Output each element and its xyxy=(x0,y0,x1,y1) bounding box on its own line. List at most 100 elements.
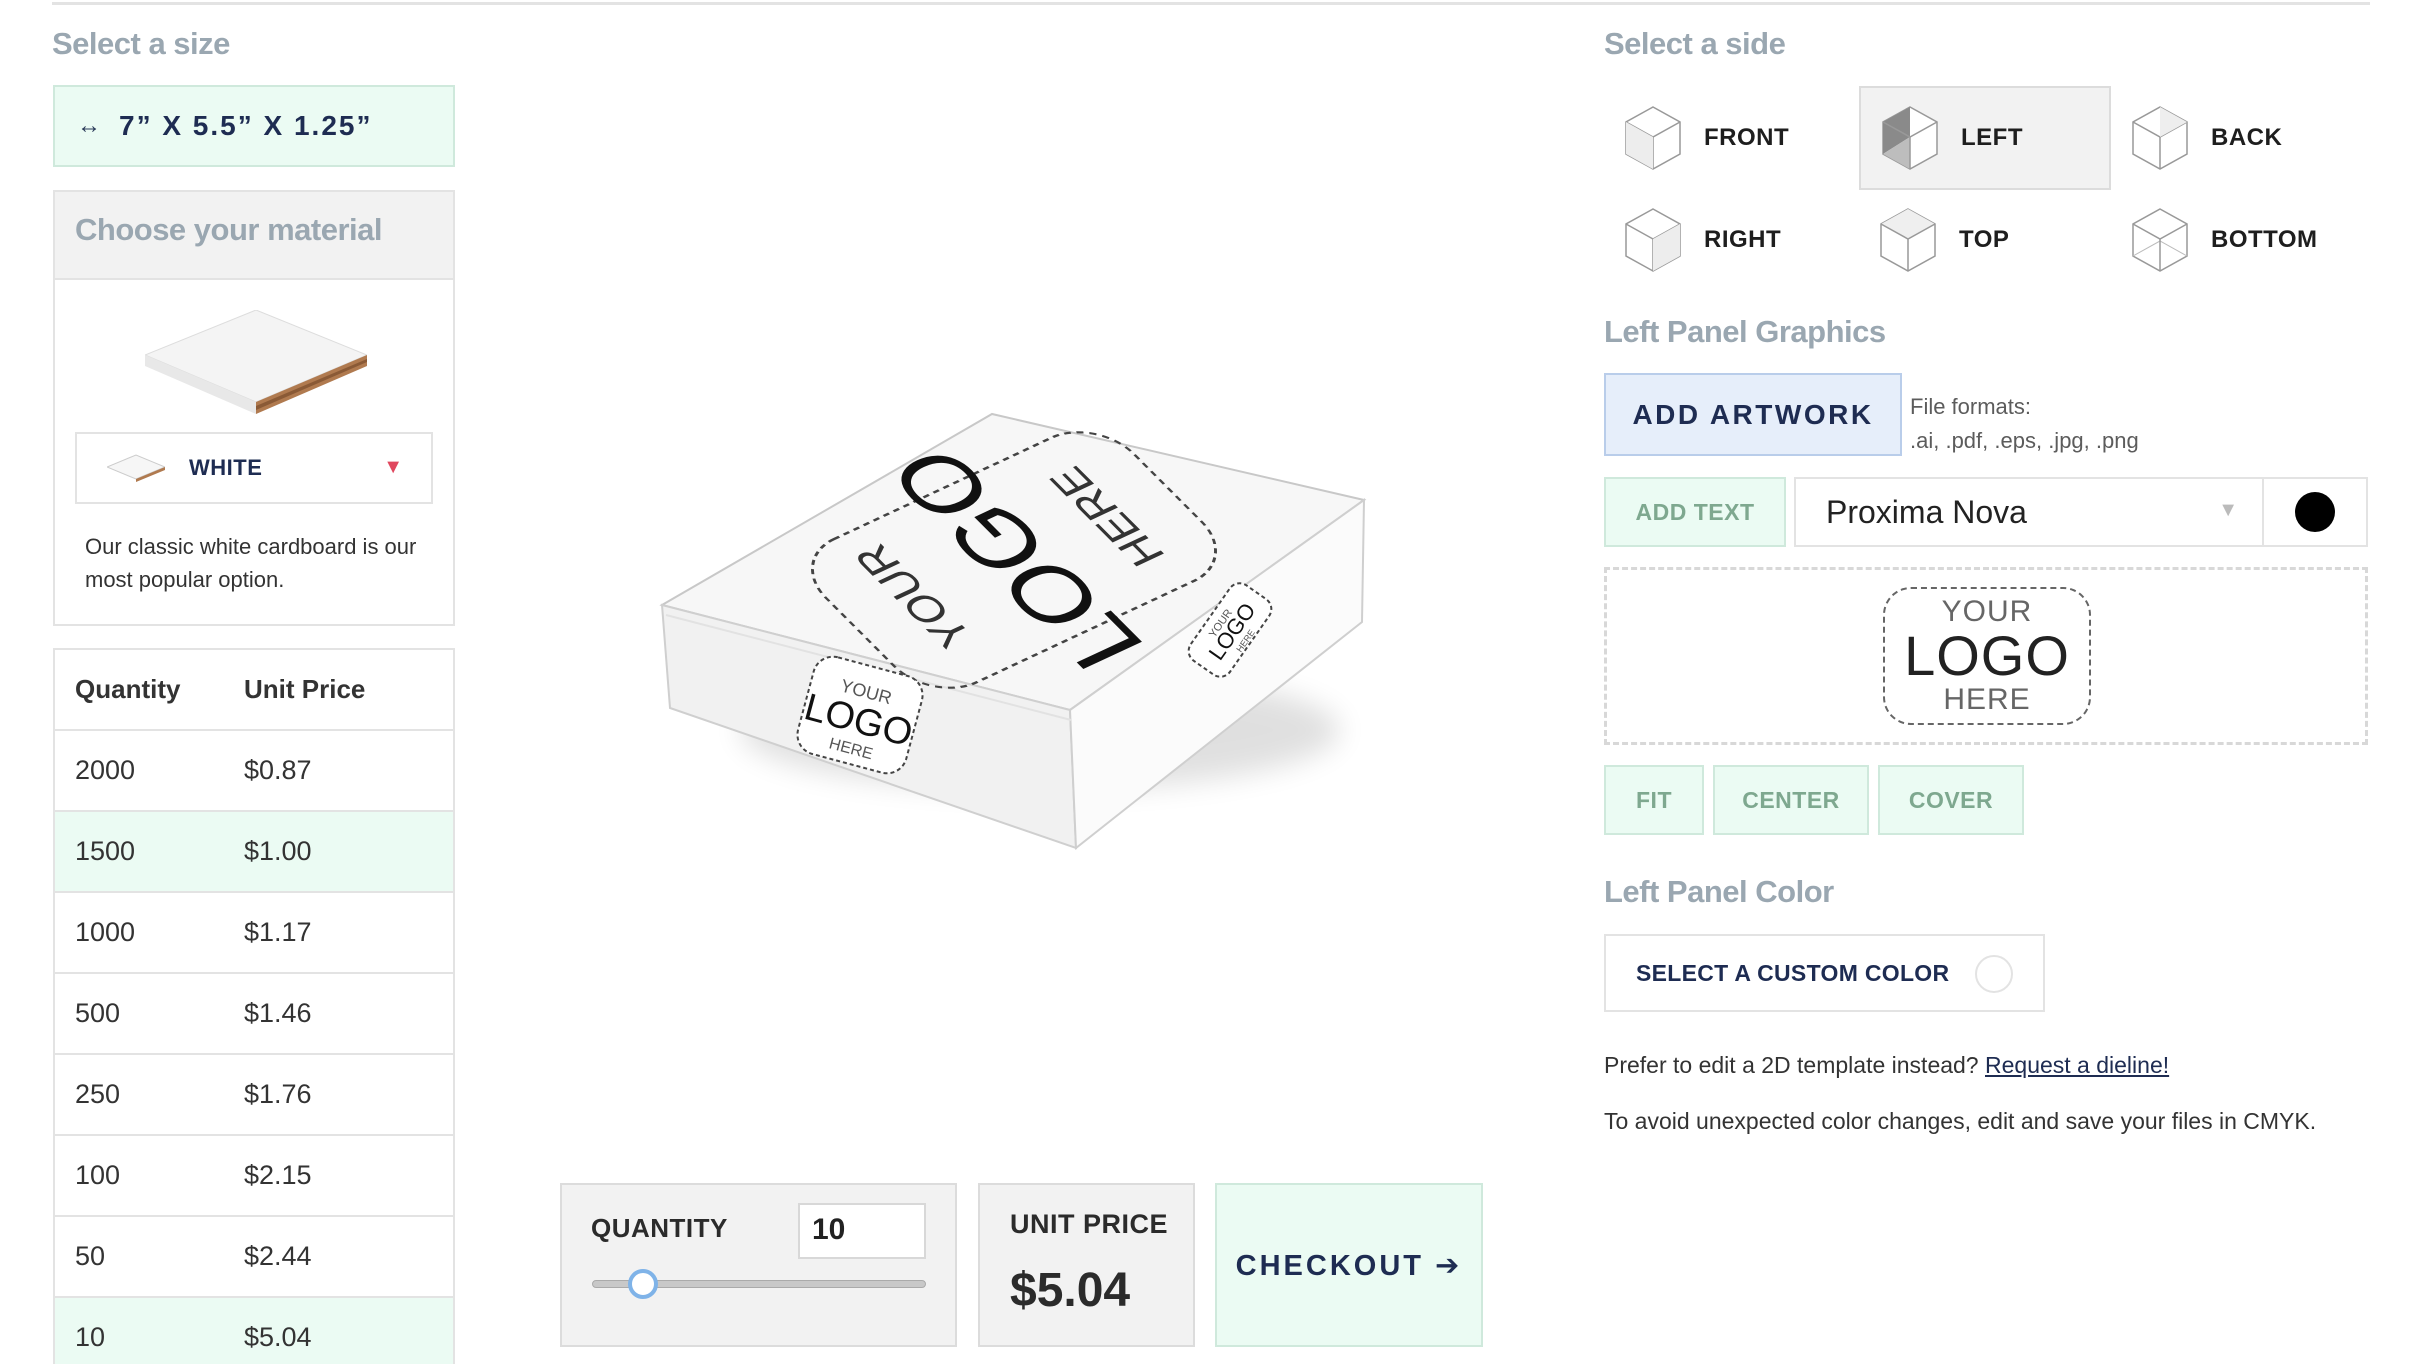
cube-icon xyxy=(2132,106,2188,170)
cube-icon xyxy=(1880,208,1936,272)
checkout-button[interactable]: CHECKOUT ➔ xyxy=(1215,1183,1483,1347)
table-row[interactable]: 250 $1.76 xyxy=(55,1055,453,1136)
row-price: $1.00 xyxy=(244,836,312,866)
color-swatch-empty xyxy=(1975,955,2013,993)
side-top-label: TOP xyxy=(1959,226,2010,253)
custom-color-button[interactable]: SELECT A CUSTOM COLOR xyxy=(1604,934,2045,1012)
material-selected-label: WHITE xyxy=(189,455,263,480)
row-price: $0.87 xyxy=(244,755,312,785)
row-quantity: 1500 xyxy=(75,836,136,866)
cover-button[interactable]: COVER xyxy=(1878,765,2024,835)
add-text-label: ADD TEXT xyxy=(1635,498,1755,525)
table-row[interactable]: 50 $2.44 xyxy=(55,1217,453,1298)
material-description: Our classic white cardboard is our most … xyxy=(85,534,417,592)
side-left-button[interactable]: LEFT xyxy=(1859,86,2111,190)
material-panel: Choose your material WHITE ▼ Our classic… xyxy=(53,190,455,626)
price-table: Quantity Unit Price 2000 $0.87 1500 $1.0… xyxy=(53,648,455,1364)
checkout-label: CHECKOUT ➔ xyxy=(1235,1249,1463,1282)
size-section-title: Select a size xyxy=(52,26,230,61)
quantity-column-header: Quantity xyxy=(75,674,181,704)
text-color-swatch xyxy=(2295,492,2335,532)
cardboard-sample-image xyxy=(145,310,367,414)
side-front-label: FRONT xyxy=(1704,124,1790,151)
panel-color-section-title: Left Panel Color xyxy=(1604,874,1834,909)
table-row[interactable]: 10 $5.04 xyxy=(55,1298,453,1364)
top-divider xyxy=(52,2,2370,5)
side-bottom-button[interactable]: BOTTOM xyxy=(2111,188,2363,292)
unit-price-column-header: Unit Price xyxy=(244,674,366,704)
row-price: $2.15 xyxy=(244,1160,312,1190)
quantity-label: QUANTITY xyxy=(591,1213,728,1243)
row-quantity: 500 xyxy=(75,998,121,1028)
table-row[interactable]: 1500 $1.00 xyxy=(55,812,453,893)
cube-icon xyxy=(1625,106,1681,170)
material-thumb-icon xyxy=(107,454,165,482)
fit-label: FIT xyxy=(1636,786,1672,813)
box-3d-preview[interactable]: YOUR LOGO HERE YOUR LOGO HERE YOUR LOGO … xyxy=(620,390,1380,870)
side-bottom-label: BOTTOM xyxy=(2211,226,2318,253)
row-quantity: 10 xyxy=(75,1322,106,1352)
row-price: $1.76 xyxy=(244,1079,312,1109)
quantity-slider-handle[interactable] xyxy=(628,1269,658,1299)
custom-color-label: SELECT A CUSTOM COLOR xyxy=(1636,959,1950,986)
file-formats-list: .ai, .pdf, .eps, .jpg, .png xyxy=(1910,428,2139,453)
row-price: $5.04 xyxy=(244,1322,312,1352)
text-color-picker[interactable] xyxy=(2262,477,2368,547)
unit-price-label: UNIT PRICE xyxy=(1010,1209,1169,1239)
artwork-logo-preview: YOUR LOGO HERE xyxy=(1883,587,2091,725)
side-left-label: LEFT xyxy=(1961,124,2023,151)
cmyk-note: To avoid unexpected color changes, edit … xyxy=(1604,1108,2317,1134)
row-quantity: 1000 xyxy=(75,917,136,947)
side-back-button[interactable]: BACK xyxy=(2111,86,2363,190)
font-selected-label: Proxima Nova xyxy=(1826,493,2027,530)
row-quantity: 2000 xyxy=(75,755,136,785)
file-formats-note: File formats: .ai, .pdf, .eps, .jpg, .pn… xyxy=(1910,390,2139,458)
quantity-input[interactable]: 10 xyxy=(798,1203,926,1259)
add-text-button[interactable]: ADD TEXT xyxy=(1604,477,1786,547)
center-button[interactable]: CENTER xyxy=(1713,765,1869,835)
graphics-section-title: Left Panel Graphics xyxy=(1604,314,1886,349)
unit-price-panel: UNIT PRICE $5.04 xyxy=(978,1183,1195,1347)
artwork-logo-here: HERE xyxy=(1943,683,2031,716)
table-row[interactable]: 2000 $0.87 xyxy=(55,731,453,812)
table-row[interactable]: 500 $1.46 xyxy=(55,974,453,1055)
side-section-title: Select a side xyxy=(1604,26,1786,61)
material-dropdown[interactable]: WHITE ▼ xyxy=(75,432,433,504)
row-price: $1.17 xyxy=(244,917,312,947)
side-right-button[interactable]: RIGHT xyxy=(1604,188,1856,292)
row-quantity: 250 xyxy=(75,1079,121,1109)
side-back-label: BACK xyxy=(2211,124,2283,151)
material-section-title: Choose your material xyxy=(55,192,453,280)
row-price: $2.44 xyxy=(244,1241,312,1271)
side-right-label: RIGHT xyxy=(1704,226,1782,253)
font-dropdown[interactable]: Proxima Nova ▼ xyxy=(1794,477,2264,547)
row-quantity: 50 xyxy=(75,1241,106,1271)
row-quantity: 100 xyxy=(75,1160,121,1190)
resize-arrows-icon: ↔ xyxy=(77,112,101,139)
request-dieline-link[interactable]: Request a dieline! xyxy=(1985,1052,2169,1078)
row-price: $1.46 xyxy=(244,998,312,1028)
fit-button[interactable]: FIT xyxy=(1604,765,1704,835)
file-formats-title: File formats: xyxy=(1910,394,2032,419)
quantity-panel: QUANTITY 10 xyxy=(560,1183,957,1347)
artwork-logo-logo: LOGO xyxy=(1904,624,2070,687)
table-row[interactable]: 1000 $1.17 xyxy=(55,893,453,974)
chevron-down-icon: ▼ xyxy=(2218,499,2238,521)
artwork-drop-zone[interactable]: YOUR LOGO HERE xyxy=(1604,567,2368,745)
dieline-note: Prefer to edit a 2D template instead? Re… xyxy=(1604,1052,2169,1079)
cube-icon xyxy=(1625,208,1681,272)
side-top-button[interactable]: TOP xyxy=(1859,188,2111,292)
add-artwork-button[interactable]: ADD ARTWORK xyxy=(1604,373,1902,456)
size-value: 7” X 5.5” X 1.25” xyxy=(119,110,373,141)
cube-icon xyxy=(2132,208,2188,272)
dieline-note-text: Prefer to edit a 2D template instead? xyxy=(1604,1052,1979,1078)
add-artwork-label: ADD ARTWORK xyxy=(1632,398,1874,430)
side-front-button[interactable]: FRONT xyxy=(1604,86,1856,190)
chevron-down-icon: ▼ xyxy=(383,456,403,478)
size-selector[interactable]: ↔ 7” X 5.5” X 1.25” xyxy=(53,85,455,167)
cover-label: COVER xyxy=(1908,786,1994,813)
cube-icon xyxy=(1882,106,1938,170)
table-row[interactable]: 100 $2.15 xyxy=(55,1136,453,1217)
center-label: CENTER xyxy=(1742,786,1840,813)
price-table-header: Quantity Unit Price xyxy=(55,650,453,731)
